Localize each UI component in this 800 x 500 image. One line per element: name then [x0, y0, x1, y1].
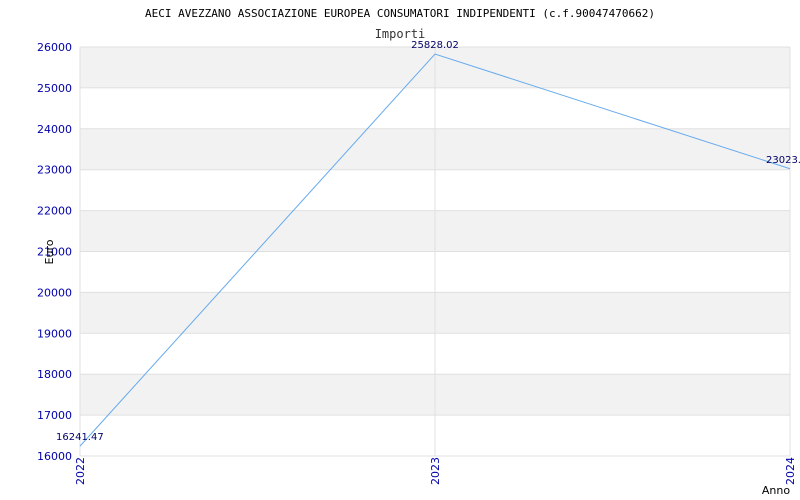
y-tick-label: 17000: [37, 409, 72, 422]
y-tick-label: 24000: [37, 123, 72, 136]
y-tick-label: 16000: [37, 450, 72, 463]
y-tick-label: 20000: [37, 286, 72, 299]
data-label: 25828.02: [411, 40, 459, 51]
y-tick-label: 19000: [37, 327, 72, 340]
x-tick-labels: 2022 2023 2024: [74, 457, 797, 485]
chart: 1600017000180001900020000210002200023000…: [37, 7, 800, 497]
y-tick-label: 22000: [37, 205, 72, 218]
x-tick-label: 2024: [784, 457, 797, 485]
x-axis-label: Anno: [762, 484, 790, 497]
chart-subtitle: Importi: [375, 27, 426, 41]
y-tick-label: 23000: [37, 164, 72, 177]
y-axis-label: Euro: [43, 239, 56, 264]
chart-title: AECI AVEZZANO ASSOCIAZIONE EUROPEA CONSU…: [145, 7, 655, 20]
x-tick-label: 2023: [429, 457, 442, 485]
y-tick-label: 26000: [37, 41, 72, 54]
x-tick-label: 2022: [74, 457, 87, 485]
y-tick-label: 25000: [37, 82, 72, 95]
data-label: 16241.47: [56, 432, 104, 443]
data-label: 23023.: [766, 155, 800, 166]
y-tick-label: 18000: [37, 368, 72, 381]
